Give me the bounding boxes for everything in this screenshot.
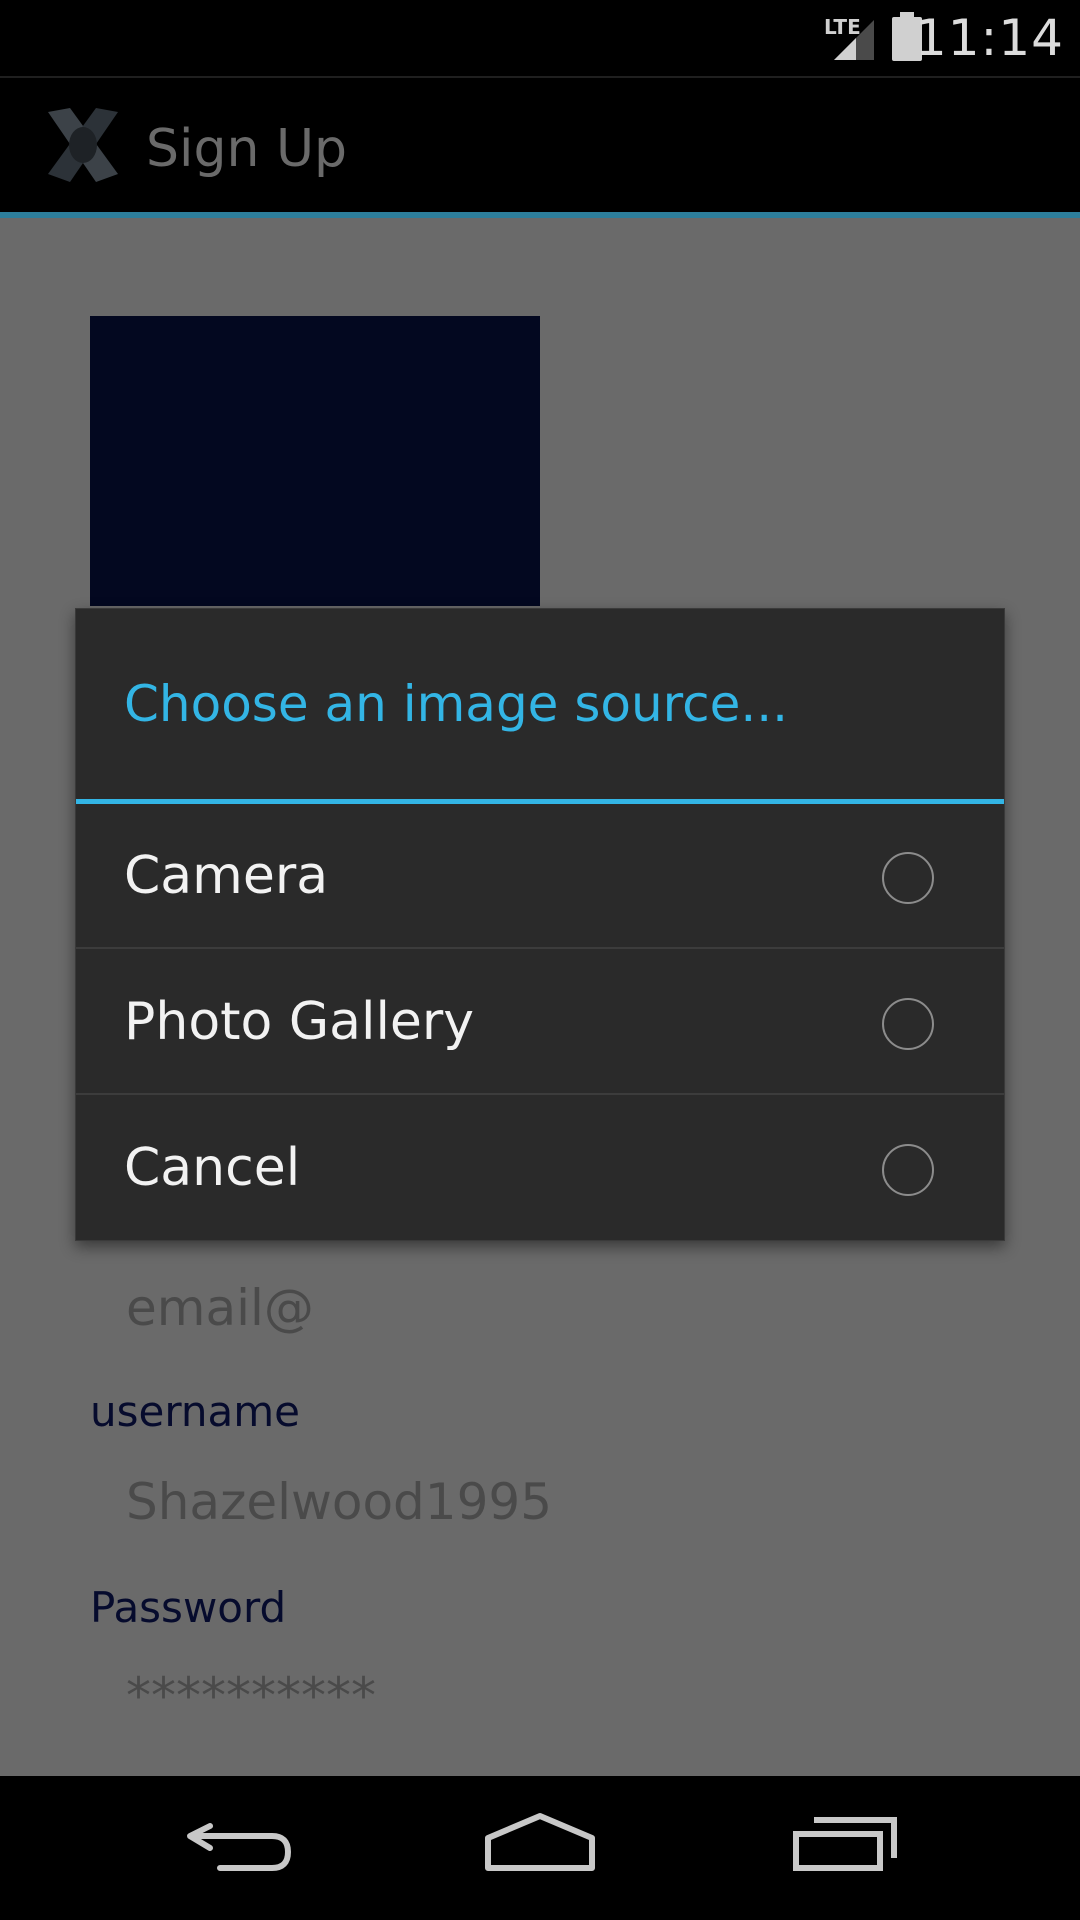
option-label: Camera [124,846,329,906]
screen: LTE 11:14 Sign Up email@ username Shazel… [0,0,1080,1920]
option-cancel[interactable]: Cancel [76,1096,1004,1241]
status-time: 11:14 [914,9,1064,67]
option-label: Cancel [124,1138,301,1198]
navigation-bar [0,1776,1080,1920]
svg-text:LTE: LTE [824,15,861,39]
username-label: username [90,1387,300,1436]
status-bar: LTE 11:14 [0,0,1080,76]
back-icon[interactable] [180,1806,300,1890]
username-field[interactable]: Shazelwood1995 [126,1470,552,1534]
home-icon[interactable] [478,1806,602,1890]
radio-button[interactable] [882,998,934,1050]
profile-image[interactable] [90,316,540,606]
image-source-dialog: Choose an image source... Camera Photo G… [75,608,1005,1241]
option-photo-gallery[interactable]: Photo Gallery [76,950,1004,1095]
password-label: Password [90,1583,287,1632]
option-camera[interactable]: Camera [76,804,1004,949]
option-label: Photo Gallery [124,992,475,1052]
app-logo-icon[interactable] [40,102,126,192]
radio-button[interactable] [882,852,934,904]
email-field[interactable]: email@ [126,1276,314,1340]
lte-signal-icon: LTE [824,12,880,66]
recent-apps-icon[interactable] [786,1806,906,1890]
page-title: Sign Up [146,119,348,179]
dialog-title: Choose an image source... [124,675,789,733]
password-field[interactable]: ********** [126,1664,376,1728]
radio-button[interactable] [882,1144,934,1196]
